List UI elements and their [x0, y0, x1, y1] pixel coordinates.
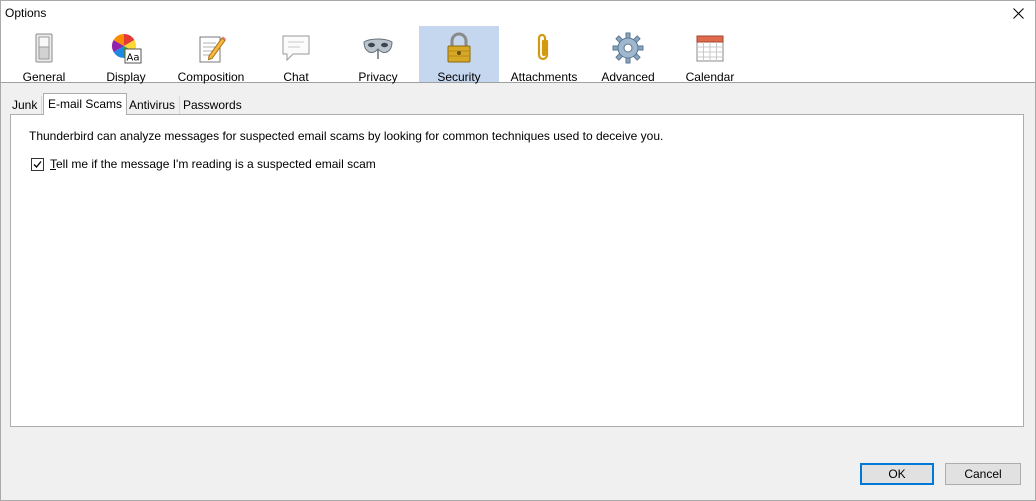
pane-advanced[interactable]: Advanced [589, 26, 667, 84]
close-button[interactable] [1001, 1, 1035, 25]
pane-label: Security [437, 70, 481, 84]
svg-text:Aa: Aa [127, 53, 140, 64]
mask-icon [362, 32, 394, 64]
tab-email-scams[interactable]: E-mail Scams [43, 93, 128, 115]
gear-icon [612, 32, 644, 64]
scam-description: Thunderbird can analyze messages for sus… [29, 129, 664, 143]
checkmark-icon [33, 160, 42, 168]
close-icon [1012, 7, 1024, 19]
scam-warning-option[interactable]: Tell me if the message I'm reading is a … [31, 157, 376, 171]
pane-label: Calendar [685, 70, 735, 84]
title-bar: Options [1, 1, 1035, 25]
pane-calendar[interactable]: Calendar [671, 26, 749, 84]
security-tabs: Junk E-mail Scams Antivirus Passwords [1, 93, 1035, 115]
cancel-button[interactable]: Cancel [945, 463, 1021, 485]
email-scams-panel: Thunderbird can analyze messages for sus… [10, 114, 1024, 427]
paperclip-icon [528, 32, 560, 64]
pane-label: Chat [283, 70, 309, 84]
pane-label: Privacy [358, 70, 398, 84]
speech-bubble-icon [280, 32, 312, 64]
pane-toolbar: General Aa Display Composition Chat Priv… [1, 25, 1035, 84]
tab-antivirus[interactable]: Antivirus [125, 96, 181, 114]
pane-chat[interactable]: Chat [257, 26, 335, 84]
pane-security[interactable]: Security [419, 26, 499, 84]
tab-passwords[interactable]: Passwords [179, 96, 246, 114]
calendar-icon [694, 32, 726, 64]
pane-label: Composition [177, 70, 245, 84]
pane-label: Display [106, 70, 146, 84]
pane-composition[interactable]: Composition [169, 26, 253, 84]
scam-warning-checkbox[interactable] [31, 157, 44, 171]
scam-warning-text: ell me if the message I'm reading is a s… [56, 157, 376, 171]
pane-label: Attachments [510, 70, 578, 84]
padlock-icon [443, 32, 475, 64]
scam-warning-label: Tell me if the message I'm reading is a … [50, 157, 376, 171]
pane-privacy[interactable]: Privacy [339, 26, 417, 84]
pencil-paper-icon [195, 32, 227, 64]
pane-label: Advanced [601, 70, 655, 84]
pane-attachments[interactable]: Attachments [503, 26, 585, 84]
color-wheel-font-icon: Aa [110, 32, 142, 64]
options-dialog: Options General Aa Display Composition C… [0, 0, 1036, 501]
window-title: Options [5, 6, 47, 20]
pane-label: General [22, 70, 66, 84]
ok-button[interactable]: OK [860, 463, 934, 485]
switch-icon [28, 32, 60, 64]
pane-general[interactable]: General [5, 26, 83, 84]
pane-display[interactable]: Aa Display [87, 26, 165, 84]
tab-junk[interactable]: Junk [8, 96, 43, 114]
